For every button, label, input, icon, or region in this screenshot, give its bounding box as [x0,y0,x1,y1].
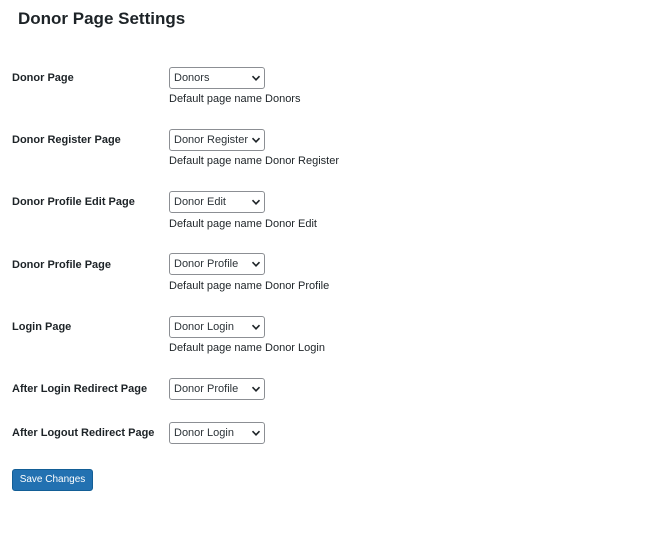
login-page-description: Default page name Donor Login [169,342,325,354]
donor-profile-edit-page-description: Default page name Donor Edit [169,218,317,230]
after-login-redirect-page-select-value: Donor Profile [174,383,239,395]
donor-profile-edit-page-label: Donor Profile Edit Page [12,196,135,208]
donor-profile-page-label: Donor Profile Page [12,259,112,271]
login-page-label: Login Page [12,321,72,333]
donor-profile-page-select-value: Donor Profile [174,258,239,270]
after-login-redirect-page-label: After Login Redirect Page [12,383,148,395]
donor-page-select-value: Donors [174,72,210,84]
after-logout-redirect-page-label: After Logout Redirect Page [12,427,155,439]
chevron-down-icon [251,261,261,267]
donor-page-description: Default page name Donors [169,93,301,105]
donor-profile-edit-page-select-value: Donor Edit [174,196,226,208]
donor-page-label: Donor Page [12,72,74,84]
donor-profile-page-select[interactable]: Donor Profile [169,253,265,275]
chevron-down-icon [251,199,261,205]
login-page-select-value: Donor Login [174,321,234,333]
donor-register-page-description: Default page name Donor Register [169,155,339,167]
donor-register-page-select-value: Donor Register [174,134,248,146]
donor-register-page-label: Donor Register Page [12,134,121,146]
login-page-select[interactable]: Donor Login [169,316,265,338]
chevron-down-icon [251,430,261,436]
chevron-down-icon [251,386,261,392]
chevron-down-icon [251,137,261,143]
donor-profile-edit-page-select[interactable]: Donor Edit [169,191,265,213]
after-logout-redirect-page-select-value: Donor Login [174,427,234,439]
chevron-down-icon [251,324,261,330]
page-title: Donor Page Settings [18,9,186,28]
after-logout-redirect-page-select[interactable]: Donor Login [169,422,265,444]
after-login-redirect-page-select[interactable]: Donor Profile [169,378,265,400]
donor-profile-page-description: Default page name Donor Profile [169,280,330,292]
donor-page-select[interactable]: Donors [169,67,265,89]
save-changes-button[interactable]: Save Changes [12,469,93,491]
chevron-down-icon [251,75,261,81]
donor-register-page-select[interactable]: Donor Register [169,129,265,151]
